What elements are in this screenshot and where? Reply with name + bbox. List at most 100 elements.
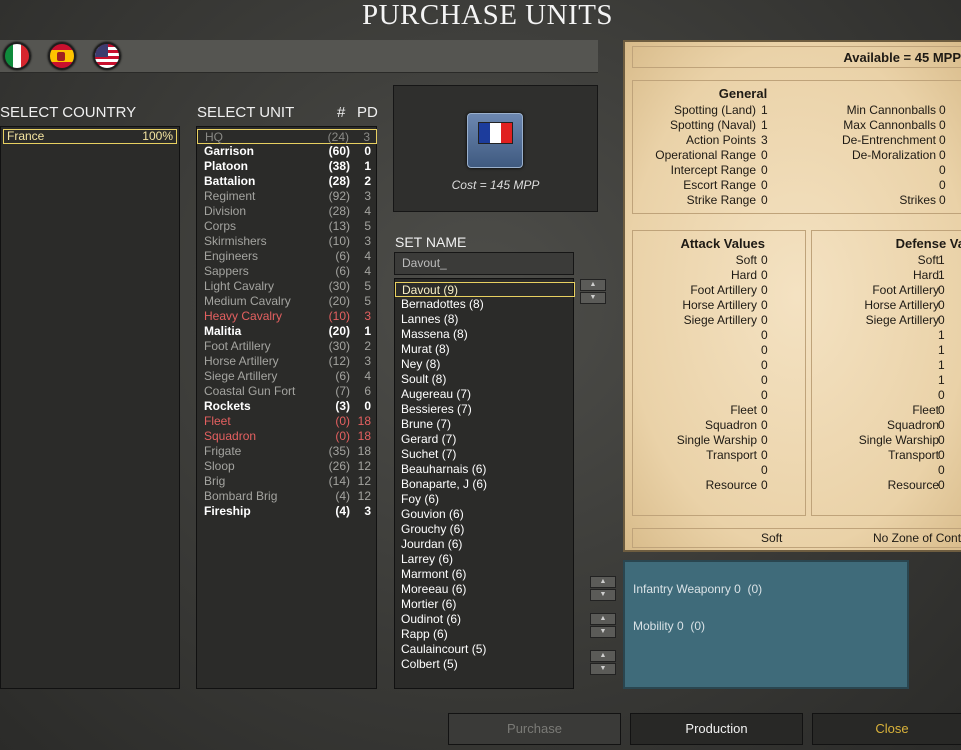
- unit-row[interactable]: Malitia (20) 1: [197, 324, 377, 339]
- set-name-item[interactable]: Foy (6): [395, 492, 575, 507]
- unit-row[interactable]: Sappers (6) 4: [197, 264, 377, 279]
- unit-row[interactable]: Platoon (38) 1: [197, 159, 377, 174]
- set-name-item[interactable]: Bonaparte, J (6): [395, 477, 575, 492]
- set-name-item[interactable]: Massena (8): [395, 327, 575, 342]
- set-name-item[interactable]: Grouchy (6): [395, 522, 575, 537]
- unit-row[interactable]: Skirmishers (10) 3: [197, 234, 377, 249]
- set-name-item[interactable]: Ney (8): [395, 357, 575, 372]
- usa-flag-icon[interactable]: [93, 42, 121, 70]
- stat-value: 1: [938, 343, 945, 357]
- defense-header: Defense Values: [895, 236, 961, 251]
- unit-row[interactable]: Fireship (4) 3: [197, 504, 377, 519]
- upgrade-3-up-button[interactable]: ▲: [590, 650, 616, 662]
- set-name-item[interactable]: Larrey (6): [395, 552, 575, 567]
- unit-row[interactable]: Coastal Gun Fort (7) 6: [197, 384, 377, 399]
- set-name-item[interactable]: Murat (8): [395, 342, 575, 357]
- set-name-input[interactable]: Davout_: [394, 252, 574, 275]
- stat-value: 0: [761, 253, 768, 267]
- unit-row[interactable]: Horse Artillery (12) 3: [197, 354, 377, 369]
- set-name-item[interactable]: Gerard (7): [395, 432, 575, 447]
- mobility-down-button[interactable]: ▼: [590, 626, 616, 638]
- unit-pd: 3: [364, 504, 371, 518]
- spain-flag-icon[interactable]: [48, 42, 76, 70]
- stat-value: 0: [761, 418, 768, 432]
- unit-row[interactable]: Bombard Brig (4) 12: [197, 489, 377, 504]
- unit-row[interactable]: Squadron (0) 18: [197, 429, 377, 444]
- set-name-item[interactable]: Moreeau (6): [395, 582, 575, 597]
- unit-name: Foot Artillery: [204, 339, 271, 353]
- production-button[interactable]: Production: [630, 713, 803, 745]
- unit-row[interactable]: Corps (13) 5: [197, 219, 377, 234]
- unit-row[interactable]: Foot Artillery (30) 2: [197, 339, 377, 354]
- unit-row[interactable]: Fleet (0) 18: [197, 414, 377, 429]
- unit-row[interactable]: Sloop (26) 12: [197, 459, 377, 474]
- set-name-item[interactable]: Colbert (5): [395, 657, 575, 672]
- attack-header: Attack Values: [680, 236, 765, 251]
- mobility-up-button[interactable]: ▲: [590, 613, 616, 625]
- set-name-item[interactable]: Suchet (7): [395, 447, 575, 462]
- stat-value: 3: [761, 133, 768, 147]
- set-name-item[interactable]: Beauharnais (6): [395, 462, 575, 477]
- footer-target-type: Soft: [761, 531, 783, 545]
- set-name-item[interactable]: Gouvion (6): [395, 507, 575, 522]
- unit-pd: 18: [357, 444, 371, 458]
- stat-value: 0: [939, 118, 946, 132]
- set-name-item[interactable]: Augereau (7): [395, 387, 575, 402]
- unit-count: (92): [328, 189, 350, 203]
- unit-row[interactable]: Regiment (92) 3: [197, 189, 377, 204]
- stat-value: 0: [761, 343, 768, 357]
- stat-value: 0: [761, 373, 768, 387]
- unit-count: (35): [328, 444, 350, 458]
- unit-pd: 2: [364, 339, 371, 353]
- unit-row[interactable]: Battalion (28) 2: [197, 174, 377, 189]
- set-name-item[interactable]: Soult (8): [395, 372, 575, 387]
- set-name-item[interactable]: Oudinot (6): [395, 612, 575, 627]
- set-list-down-button[interactable]: ▼: [580, 292, 606, 304]
- unit-row[interactable]: Rockets (3) 0: [197, 399, 377, 414]
- set-name-item[interactable]: Lannes (8): [395, 312, 575, 327]
- unit-row[interactable]: Frigate (35) 18: [197, 444, 377, 459]
- unit-name: Engineers: [204, 249, 259, 263]
- unit-count: (4): [335, 489, 350, 503]
- unit-name: Regiment: [204, 189, 256, 203]
- stat-value: 0: [938, 448, 945, 462]
- select-unit-label: SELECT UNIT: [197, 104, 295, 121]
- upgrade-label: Mobility 0: [633, 619, 684, 633]
- weaponry-up-button[interactable]: ▲: [590, 576, 616, 588]
- unit-row[interactable]: Siege Artillery (6) 4: [197, 369, 377, 384]
- unit-count: (20): [328, 324, 350, 338]
- unit-row[interactable]: HQ (24) 3: [197, 129, 377, 144]
- set-name-item[interactable]: Bessieres (7): [395, 402, 575, 417]
- stat-value: 0: [761, 283, 768, 297]
- weaponry-down-button[interactable]: ▼: [590, 589, 616, 601]
- upgrade-3-down-button[interactable]: ▼: [590, 663, 616, 675]
- unit-row[interactable]: Division (28) 4: [197, 204, 377, 219]
- set-name-item[interactable]: Jourdan (6): [395, 537, 575, 552]
- upgrade-mobility: Mobility 0 (0): [633, 619, 705, 633]
- unit-row[interactable]: Heavy Cavalry (10) 3: [197, 309, 377, 324]
- unit-row[interactable]: Garrison (60) 0: [197, 144, 377, 159]
- italy-flag-icon[interactable]: [3, 42, 31, 70]
- unit-row[interactable]: Engineers (6) 4: [197, 249, 377, 264]
- close-button[interactable]: Close: [812, 713, 961, 745]
- set-name-item[interactable]: Brune (7): [395, 417, 575, 432]
- stat-label: Squadron: [704, 418, 757, 432]
- stat-value: 0: [761, 163, 768, 177]
- set-name-item[interactable]: Mortier (6): [395, 597, 575, 612]
- count-column-header: #: [337, 104, 346, 121]
- unit-row[interactable]: Medium Cavalry (20) 5: [197, 294, 377, 309]
- unit-row[interactable]: Brig (14) 12: [197, 474, 377, 489]
- set-name-item[interactable]: Bernadottes (8): [395, 297, 575, 312]
- set-list-up-button[interactable]: ▲: [580, 279, 606, 291]
- purchase-button[interactable]: Purchase: [448, 713, 621, 745]
- country-row-france[interactable]: France 100%: [3, 129, 177, 144]
- set-name-item[interactable]: Davout (9): [395, 282, 575, 297]
- set-name-item[interactable]: Rapp (6): [395, 627, 575, 642]
- unit-name: Siege Artillery: [204, 369, 278, 383]
- set-name-item[interactable]: Caulaincourt (5): [395, 642, 575, 657]
- unit-row[interactable]: Light Cavalry (30) 5: [197, 279, 377, 294]
- set-name-item[interactable]: Marmont (6): [395, 567, 575, 582]
- available-box: Available = 45 MPP: [632, 46, 961, 68]
- country-list: France 100%: [0, 126, 180, 689]
- stat-label: Hard: [730, 268, 757, 282]
